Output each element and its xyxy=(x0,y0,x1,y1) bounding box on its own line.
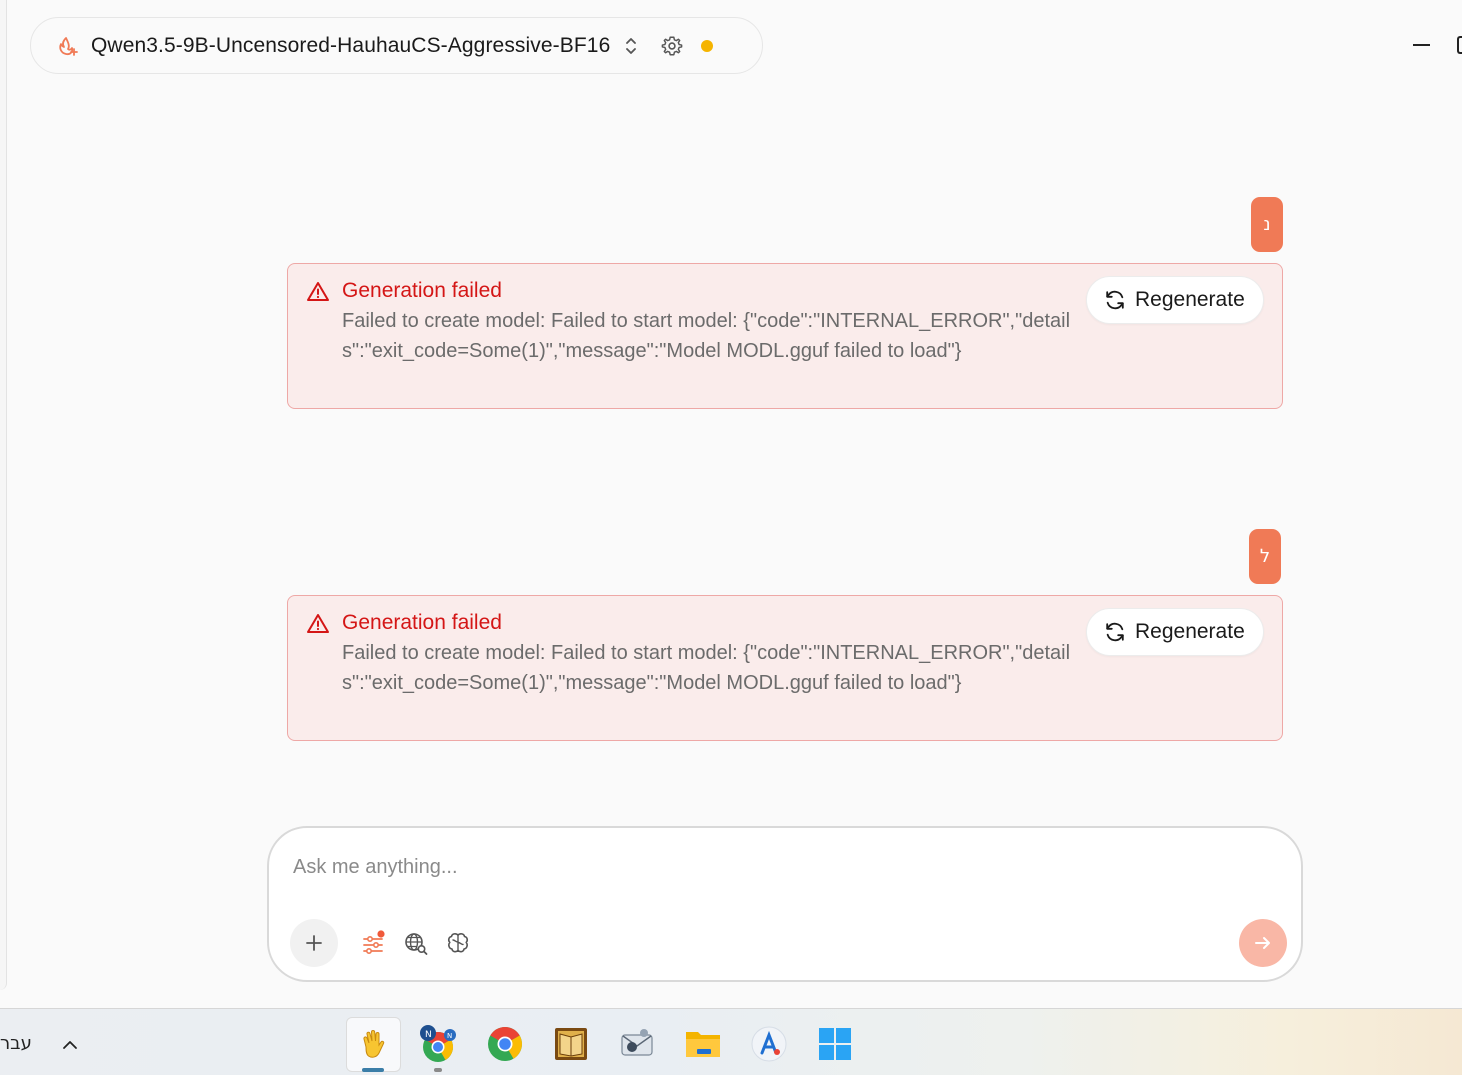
refresh-icon xyxy=(1104,289,1126,311)
regenerate-button[interactable]: Regenerate xyxy=(1086,608,1264,656)
book-app[interactable] xyxy=(546,1019,596,1069)
gear-icon[interactable] xyxy=(660,34,684,58)
waving-hand-app[interactable] xyxy=(346,1017,401,1072)
error-message: Failed to create model: Failed to start … xyxy=(342,642,1071,694)
arrow-right-icon xyxy=(1253,933,1273,953)
input-language[interactable]: עבר xyxy=(0,1033,32,1054)
chrome-app[interactable] xyxy=(480,1019,530,1069)
warning-icon xyxy=(306,280,330,304)
web-search-icon[interactable] xyxy=(403,930,429,956)
refresh-icon xyxy=(1104,621,1126,643)
maximize-icon[interactable] xyxy=(1457,36,1462,54)
chat-composer xyxy=(267,826,1303,982)
regenerate-label: Regenerate xyxy=(1135,288,1245,311)
active-app-indicator xyxy=(362,1068,384,1072)
chrome-profile-app[interactable]: N N xyxy=(412,1019,462,1069)
file-explorer-app[interactable] xyxy=(678,1019,728,1069)
svg-text:N: N xyxy=(447,1032,452,1040)
user-avatar: ל xyxy=(1249,529,1281,584)
windows-start-app[interactable] xyxy=(810,1019,860,1069)
minimize-icon[interactable] xyxy=(1410,34,1432,56)
regenerate-button[interactable]: Regenerate xyxy=(1086,276,1264,324)
error-message: Failed to create model: Failed to start … xyxy=(342,310,1071,362)
svg-text:N: N xyxy=(425,1030,432,1040)
chevron-up-down-icon[interactable] xyxy=(622,34,640,58)
warning-icon xyxy=(306,612,330,636)
model-selector[interactable]: Qwen3.5-9B-Uncensored-HauhauCS-Aggressiv… xyxy=(30,17,763,74)
sidebar-edge xyxy=(0,0,7,990)
flame-spark-icon xyxy=(57,35,79,57)
user-avatar: נ xyxy=(1251,197,1283,252)
sliders-icon[interactable] xyxy=(361,930,387,956)
send-button[interactable] xyxy=(1239,919,1287,967)
status-dot xyxy=(701,39,714,52)
chevron-up-icon[interactable] xyxy=(58,1033,82,1057)
regenerate-label: Regenerate xyxy=(1135,620,1245,643)
plus-icon[interactable] xyxy=(290,919,338,967)
taskbar: עבר N N xyxy=(0,1008,1462,1075)
error-title: Generation failed xyxy=(342,279,502,302)
app-store-app[interactable] xyxy=(744,1019,794,1069)
error-title: Generation failed xyxy=(342,611,502,634)
mail-app[interactable] xyxy=(612,1019,662,1069)
error-card: Generation failed Failed to create model… xyxy=(287,263,1283,409)
chat-input[interactable] xyxy=(293,850,1193,884)
running-app-indicator xyxy=(434,1068,442,1072)
error-card: Generation failed Failed to create model… xyxy=(287,595,1283,741)
model-name: Qwen3.5-9B-Uncensored-HauhauCS-Aggressiv… xyxy=(91,33,611,57)
brain-icon[interactable] xyxy=(445,930,471,956)
